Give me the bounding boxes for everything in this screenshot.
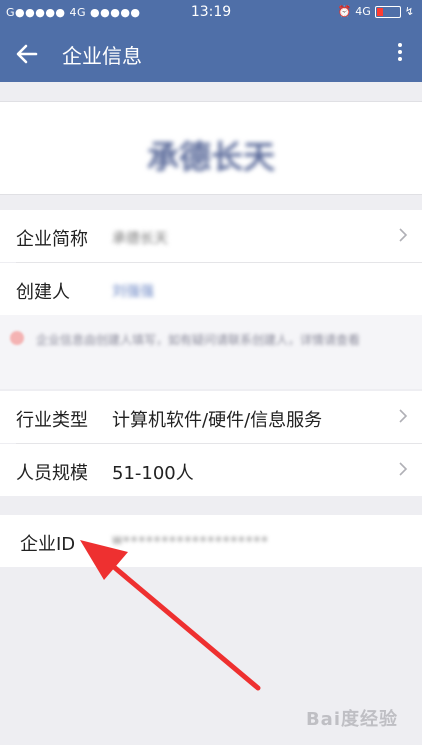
row-enterprise-id: 企业ID w•••••••••••••••••••: [0, 515, 422, 567]
info-icon: [10, 331, 24, 345]
alarm-icon: ⏰: [337, 5, 352, 18]
note-text: 企业信息由创建人填写，如有疑问请联系创建人，详情请查看: [36, 333, 361, 347]
row-label: 企业ID: [20, 534, 76, 555]
page-title: 企业信息: [62, 44, 142, 68]
row-creator: 创建人 刘强强: [0, 263, 422, 315]
row-label: 创建人: [16, 282, 70, 303]
back-button[interactable]: [12, 39, 42, 69]
battery-icon: [374, 5, 401, 18]
company-name-card: 承德长天: [0, 101, 422, 195]
status-icons: ⏰ 4G ↯: [338, 5, 414, 18]
network-type: 4G: [355, 5, 371, 18]
row-staff-size[interactable]: 人员规模 51-100人: [0, 444, 422, 496]
app-bar: 企业信息: [0, 26, 422, 82]
arrow-left-icon: [16, 44, 38, 64]
row-value: 51-100人: [112, 463, 194, 484]
row-short-name[interactable]: 企业简称 承德长天: [0, 210, 422, 262]
row-industry[interactable]: 行业类型 计算机软件/硬件/信息服务: [0, 391, 422, 443]
company-name: 承德长天: [146, 138, 275, 176]
row-label: 人员规模: [16, 463, 88, 484]
chevron-right-icon: [399, 409, 408, 423]
chevron-right-icon: [399, 228, 408, 242]
row-value: 承德长天: [112, 231, 168, 247]
watermark: Bai度经验: [305, 709, 398, 730]
charging-icon: ↯: [404, 5, 414, 18]
row-label: 企业简称: [16, 229, 88, 250]
row-value: 计算机软件/硬件/信息服务: [112, 410, 323, 431]
status-bar: G●●●●● 4G ●●●●● 13:19 ⏰ 4G ↯: [0, 0, 422, 26]
row-label: 行业类型: [16, 410, 88, 431]
info-note: 企业信息由创建人填写，如有疑问请联系创建人，详情请查看: [0, 315, 422, 389]
chevron-right-icon: [399, 462, 408, 476]
row-value: 刘强强: [112, 284, 154, 300]
enterprise-id-value: w•••••••••••••••••••: [112, 533, 269, 548]
more-vertical-icon[interactable]: [390, 40, 410, 68]
